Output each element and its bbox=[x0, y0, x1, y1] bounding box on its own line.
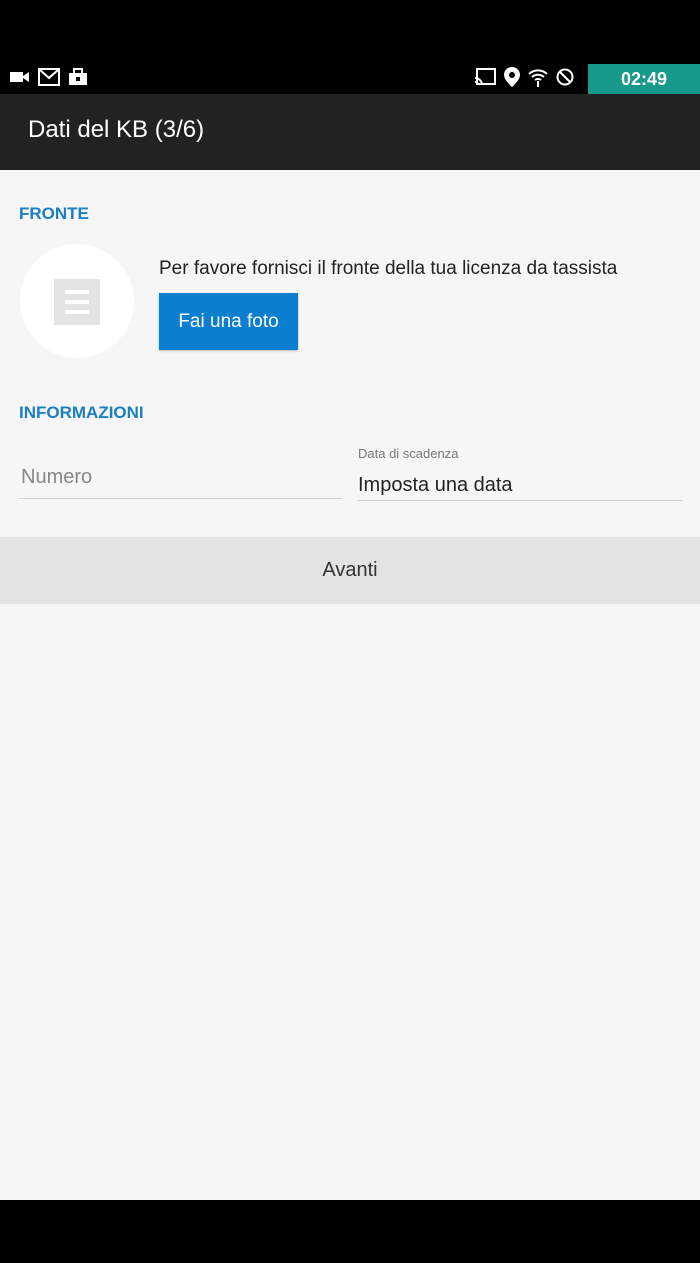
expiry-date-label: Data di scadenza bbox=[358, 446, 459, 461]
take-photo-button[interactable]: Fai una foto bbox=[159, 293, 298, 350]
gmail-icon bbox=[38, 68, 60, 86]
numero-input[interactable] bbox=[19, 460, 346, 495]
expiry-date-value[interactable]: Imposta una data bbox=[358, 468, 682, 497]
briefcase-icon bbox=[69, 68, 87, 85]
section-header-informazioni: INFORMAZIONI bbox=[19, 403, 144, 422]
system-icons bbox=[474, 67, 574, 87]
app-bar: Dati del KB (3/6) bbox=[0, 94, 700, 170]
numero-field[interactable] bbox=[19, 460, 346, 499]
video-camera-icon bbox=[10, 72, 29, 82]
page-title: Dati del KB (3/6) bbox=[28, 116, 205, 143]
notification-icons bbox=[10, 68, 88, 86]
status-bar: 02:49 bbox=[0, 0, 700, 94]
clock: 02:49 bbox=[588, 64, 700, 94]
cast-icon bbox=[474, 68, 496, 86]
license-front-thumbnail[interactable] bbox=[20, 244, 134, 358]
next-button[interactable]: Avanti bbox=[0, 537, 700, 604]
front-instructions: Per favore fornisci il fronte della tua … bbox=[159, 258, 618, 279]
form-content: FRONTE Per favore fornisci il fronte del… bbox=[0, 170, 700, 1200]
document-icon bbox=[54, 279, 100, 325]
location-pin-icon bbox=[504, 67, 520, 87]
section-header-fronte: FRONTE bbox=[19, 204, 89, 223]
expiry-date-field[interactable]: Imposta una data bbox=[358, 468, 682, 501]
do-not-disturb-icon bbox=[556, 68, 574, 86]
wifi-icon bbox=[528, 69, 548, 87]
